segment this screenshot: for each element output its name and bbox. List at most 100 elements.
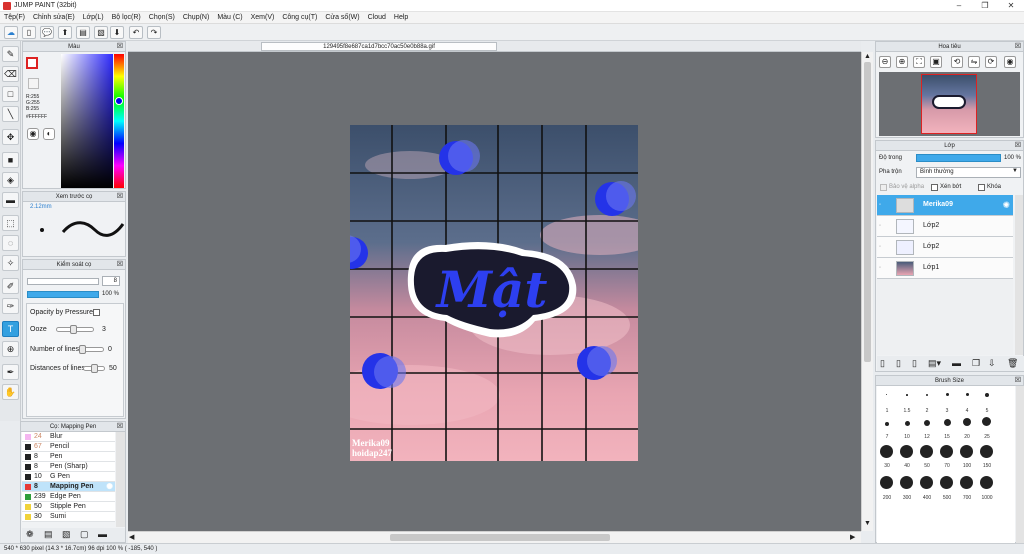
canvas-vertical-scrollbar[interactable]: ▲ ▼ (861, 52, 873, 531)
magic-wand-tool-icon[interactable]: ✧ (2, 255, 19, 271)
brush-size-dot[interactable] (920, 445, 933, 458)
opacity-by-pressure-checkbox[interactable] (93, 309, 100, 316)
brush-size-dot[interactable] (886, 394, 887, 395)
cloud-icon[interactable]: ☁ (4, 26, 18, 39)
canvas-horizontal-thumb[interactable] (390, 534, 610, 541)
divide-tool-icon[interactable]: ⊕ (2, 341, 19, 357)
duplicate-layer-icon[interactable]: ❐ (972, 358, 980, 369)
brush-size-dot[interactable] (985, 393, 989, 397)
brush-size-dot[interactable] (905, 421, 910, 426)
zoom-in-icon[interactable]: ⊕ (896, 56, 908, 68)
hand-tool-icon[interactable]: ✋ (2, 384, 19, 400)
brush-item-pencil[interactable]: 67 Pencil (22, 442, 115, 452)
share-icon[interactable]: ⬆ (58, 26, 72, 39)
brush-size-dot[interactable] (980, 445, 993, 458)
maximize-button[interactable]: ❐ (972, 0, 998, 12)
brush-size-dot[interactable] (926, 394, 928, 396)
brush-size-dot[interactable] (940, 445, 953, 458)
panel-close-icon[interactable]: ☒ (1015, 141, 1021, 151)
fit-icon[interactable]: ⛶ (913, 56, 925, 68)
gradient-tool-icon[interactable]: ▬ (2, 192, 19, 208)
brush-size-slider[interactable] (27, 278, 99, 285)
layer-item[interactable]: ◦ Lớp1 (877, 258, 1013, 279)
fill-rect-tool-icon[interactable]: ■ (2, 152, 19, 168)
clipping-checkbox[interactable] (931, 184, 938, 191)
scroll-down-arrow[interactable]: ▼ (864, 520, 871, 527)
number-of-lines-handle[interactable] (79, 345, 86, 354)
secondary-color-swatch[interactable] (28, 78, 39, 89)
actual-size-icon[interactable]: ▣ (930, 56, 942, 68)
move-tool-icon[interactable]: ✥ (2, 129, 19, 145)
brush-size-dot[interactable] (966, 393, 969, 396)
hue-slider[interactable] (114, 54, 124, 188)
eye-icon[interactable]: ◦ (879, 244, 881, 250)
save-icon[interactable]: ▤ (76, 26, 90, 39)
brush-item-sumi[interactable]: 30 Sumi (22, 512, 115, 522)
lasso-tool-icon[interactable]: ◌ (2, 235, 19, 251)
export-icon[interactable]: ▧ (94, 26, 108, 39)
brush-size-dot[interactable] (885, 422, 889, 426)
menu-file[interactable]: Tệp(F) (0, 12, 29, 23)
brush-size-dot[interactable] (960, 445, 973, 458)
menu-help[interactable]: Help (390, 12, 412, 23)
menu-capture[interactable]: Chụp(N) (179, 12, 213, 23)
undo-icon[interactable]: ↶ (129, 26, 143, 39)
eye-icon[interactable]: ◦ (879, 223, 881, 229)
layer-menu-icon[interactable]: ▤▾ (928, 358, 941, 369)
reset-rotation-icon[interactable]: ◉ (1004, 56, 1016, 68)
ooze-slider-handle[interactable] (70, 325, 77, 334)
layer-item[interactable]: ◦ Lớp2 (877, 237, 1013, 258)
layer-folder-icon[interactable]: ▬ (952, 358, 961, 368)
menu-cloud[interactable]: Cloud (364, 12, 390, 23)
select-pen-tool-icon[interactable]: ✐ (2, 278, 19, 294)
menu-filter[interactable]: Bộ lọc(R) (108, 12, 145, 23)
canvas-area[interactable]: Mật Merika09 hoidap247 (128, 52, 861, 531)
brush-size-dot[interactable] (920, 476, 933, 489)
redo-icon[interactable]: ↷ (147, 26, 161, 39)
color-history-icon[interactable]: ◐ (43, 128, 55, 140)
brush-new-icon[interactable]: ▢ (80, 529, 89, 540)
menu-window[interactable]: Cửa số(W) (321, 12, 363, 23)
brush-size-dot[interactable] (906, 394, 908, 396)
canvas-vertical-thumb[interactable] (864, 62, 871, 362)
bucket-tool-icon[interactable]: ◈ (2, 172, 19, 188)
eye-icon[interactable]: ◦ (879, 202, 881, 208)
brush-opacity-slider[interactable] (27, 291, 99, 298)
minimize-button[interactable]: – (946, 0, 972, 12)
brush-size-dot[interactable] (963, 418, 971, 426)
new-layer-icon[interactable]: ▯ (880, 358, 885, 369)
brush-size-dot[interactable] (880, 476, 893, 489)
brush-size-dot[interactable] (944, 419, 951, 426)
panel-close-icon[interactable]: ☒ (117, 192, 123, 202)
scroll-right-arrow[interactable]: ▶ (850, 533, 855, 541)
comment-icon[interactable]: 💬 (40, 26, 54, 39)
text-tool-icon[interactable]: T (2, 321, 19, 337)
brush-size-dot[interactable] (900, 476, 913, 489)
delete-layer-icon[interactable]: 🗑 (1007, 358, 1018, 369)
layer-list-scrollbar[interactable] (1015, 195, 1023, 355)
hue-slider-handle[interactable] (115, 97, 123, 105)
brush-size-dot[interactable] (880, 445, 893, 458)
brush-save-icon[interactable]: ▬ (98, 529, 107, 539)
artwork-canvas[interactable]: Mật Merika09 hoidap247 (350, 125, 638, 461)
menu-edit[interactable]: Chỉnh sửa(E) (29, 12, 79, 23)
scroll-left-arrow[interactable]: ◀ (129, 533, 134, 541)
brush-add-icon[interactable]: ▤ (44, 529, 53, 540)
panel-close-icon[interactable]: ☒ (117, 260, 123, 270)
brush-size-scrollbar[interactable] (1016, 386, 1024, 543)
merge-layer-icon[interactable]: ⇩ (988, 358, 996, 369)
brush-item-stipple-pen[interactable]: 50 Stipple Pen (22, 502, 115, 512)
brush-item-edge-pen[interactable]: 239 Edge Pen (22, 492, 115, 502)
layer-opacity-slider[interactable] (916, 154, 1001, 162)
brush-item-pen-sharp[interactable]: 8 Pen (Sharp) (22, 462, 115, 472)
eyedropper-tool-icon[interactable]: ✒ (2, 364, 19, 380)
protect-alpha-checkbox[interactable] (880, 184, 887, 191)
layer-settings-icon[interactable]: ✺ (1002, 200, 1010, 211)
brush-list-scrollbar[interactable] (116, 432, 125, 527)
select-tool-icon[interactable]: ⬚ (2, 215, 19, 231)
color-wheel-icon[interactable]: ◉ (27, 128, 39, 140)
brush-item-g-pen[interactable]: 10 G Pen (22, 472, 115, 482)
new-layer-8bit-icon[interactable]: ▯ (896, 358, 901, 369)
scroll-up-arrow[interactable]: ▲ (864, 53, 871, 60)
new-file-icon[interactable]: ▯ (22, 26, 36, 39)
